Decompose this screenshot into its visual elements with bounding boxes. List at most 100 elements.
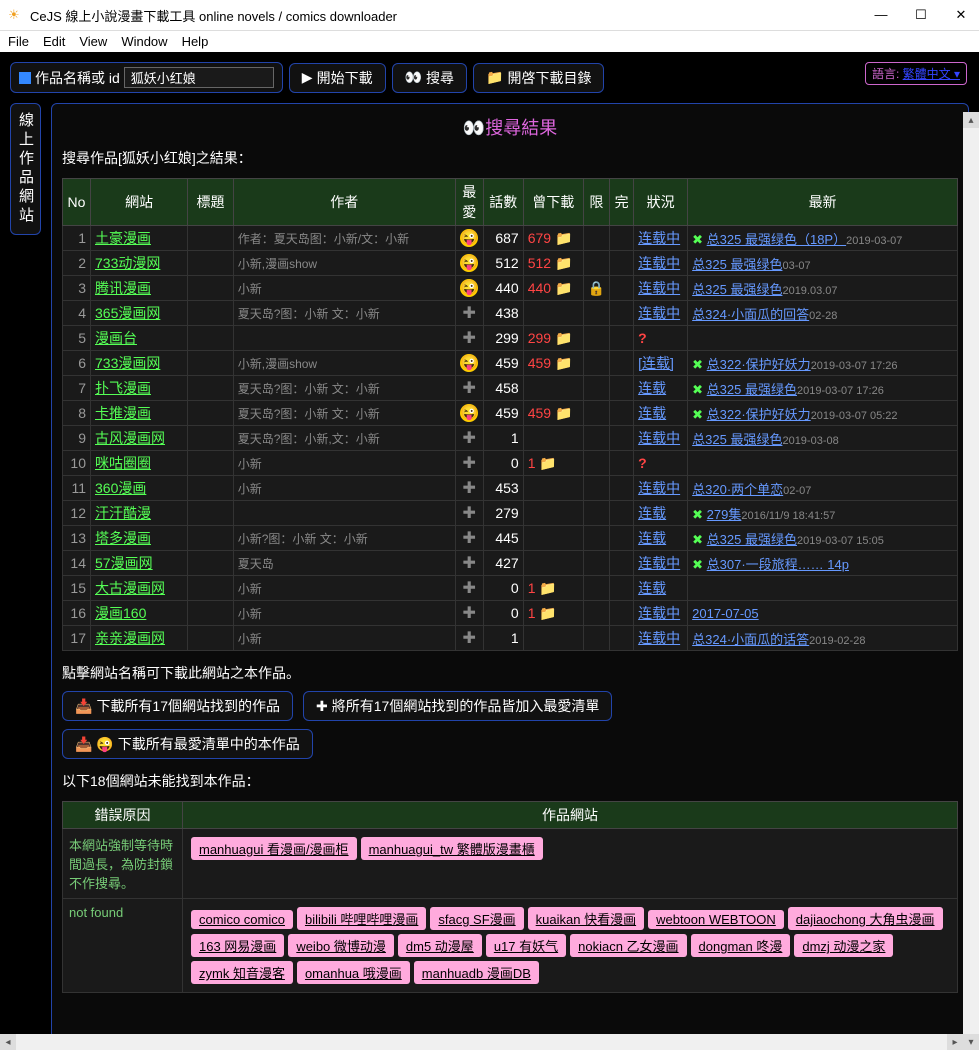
site-link[interactable]: 733漫画网 — [95, 355, 160, 371]
site-link[interactable]: 卡推漫画 — [95, 405, 151, 421]
status-link[interactable]: 连载中 — [638, 480, 680, 496]
site-link[interactable]: 漫画160 — [95, 605, 146, 621]
site-link[interactable]: 亲亲漫画网 — [95, 630, 165, 646]
latest-link[interactable]: 总320·两个单恋 — [692, 482, 783, 497]
add-fav-icon[interactable]: ✚ — [463, 505, 476, 522]
add-fav-icon[interactable]: ✚ — [463, 530, 476, 547]
add-fav-icon[interactable]: ✚ — [463, 605, 476, 622]
minimize-button[interactable]: — — [871, 7, 891, 23]
add-fav-icon[interactable]: ✚ — [463, 555, 476, 572]
search-button[interactable]: 👀搜尋 — [392, 63, 467, 93]
status-link[interactable]: [连载] — [638, 355, 674, 371]
latest-link[interactable]: 279集 — [707, 507, 742, 522]
folder-icon[interactable]: 📁 — [555, 280, 572, 296]
site-link[interactable]: 733动漫网 — [95, 255, 160, 271]
site-pill[interactable]: comico comico — [191, 910, 293, 929]
latest-link[interactable]: 总325 最强绿色 — [707, 382, 797, 397]
status-link[interactable]: 连载中 — [638, 605, 680, 621]
latest-link[interactable]: 总325 最强绿色 — [692, 432, 782, 447]
sidebar-sites[interactable]: 線上作品網站 — [10, 103, 41, 235]
site-pill[interactable]: dajiaochong 大角虫漫画 — [788, 907, 943, 930]
site-pill[interactable]: bilibili 哔哩哔哩漫画 — [297, 907, 426, 930]
add-fav-icon[interactable]: ✚ — [463, 305, 476, 322]
site-link[interactable]: 咪咕圈圈 — [95, 455, 151, 471]
download-fav-button[interactable]: 📥 😜 下載所有最愛清單中的本作品 — [62, 729, 313, 759]
site-pill[interactable]: nokiacn 乙女漫画 — [570, 934, 686, 957]
site-link[interactable]: 漫画台 — [95, 330, 137, 346]
latest-link[interactable]: 总322·保护好妖力 — [707, 407, 811, 422]
status-link[interactable]: 连载中 — [638, 280, 680, 296]
status-link[interactable]: 连载中 — [638, 305, 680, 321]
start-download-button[interactable]: ▶開始下載 — [289, 63, 386, 93]
site-pill[interactable]: omanhua 哦漫画 — [297, 961, 410, 984]
add-all-fav-button[interactable]: ✚ 將所有17個網站找到的作品皆加入最愛清單 — [303, 691, 612, 721]
horizontal-scrollbar[interactable]: ◂ ▸ — [0, 1034, 963, 1050]
menu-edit[interactable]: Edit — [43, 34, 65, 49]
close-button[interactable]: ✕ — [951, 7, 971, 23]
status-link[interactable]: 连载中 — [638, 555, 680, 571]
site-link[interactable]: 汗汗酷漫 — [95, 505, 151, 521]
menu-file[interactable]: File — [8, 34, 29, 49]
site-link[interactable]: 365漫画网 — [95, 305, 160, 321]
site-pill[interactable]: dmzj 动漫之家 — [794, 934, 893, 957]
search-input[interactable] — [124, 67, 274, 88]
add-fav-icon[interactable]: ✚ — [463, 430, 476, 447]
status-link[interactable]: 连载中 — [638, 630, 680, 646]
latest-link[interactable]: 总325 最强绿色 — [707, 532, 797, 547]
status-link[interactable]: 连载中 — [638, 230, 680, 246]
add-fav-icon[interactable]: ✚ — [463, 330, 476, 347]
scroll-up-icon[interactable]: ▴ — [963, 112, 979, 128]
latest-link[interactable]: 2017-07-05 — [692, 606, 759, 621]
folder-icon[interactable]: 📁 — [555, 330, 572, 346]
site-link[interactable]: 古风漫画网 — [95, 430, 165, 446]
site-pill[interactable]: zymk 知音漫客 — [191, 961, 293, 984]
status-link[interactable]: 连载 — [638, 380, 666, 396]
folder-icon[interactable]: 📁 — [539, 455, 556, 471]
site-pill[interactable]: weibo 微博动漫 — [288, 934, 394, 957]
latest-link[interactable]: 总307·一段旅程…… 14p — [707, 557, 849, 572]
status-link[interactable]: 连载中 — [638, 430, 680, 446]
add-fav-icon[interactable]: ✚ — [463, 380, 476, 397]
menu-window[interactable]: Window — [121, 34, 167, 49]
site-pill[interactable]: kuaikan 快看漫画 — [528, 907, 644, 930]
status-link[interactable]: 连载 — [638, 530, 666, 546]
menu-view[interactable]: View — [79, 34, 107, 49]
scroll-left-icon[interactable]: ◂ — [0, 1034, 16, 1050]
add-fav-icon[interactable]: ✚ — [463, 480, 476, 497]
folder-icon[interactable]: 📁 — [555, 230, 572, 246]
status-link[interactable]: 连载 — [638, 505, 666, 521]
folder-icon[interactable]: 📁 — [555, 405, 572, 421]
menu-help[interactable]: Help — [182, 34, 209, 49]
favorite-icon[interactable]: 😜 — [460, 354, 478, 372]
site-link[interactable]: 360漫画 — [95, 480, 146, 496]
site-pill[interactable]: manhuagui 看漫画/漫画柜 — [191, 837, 357, 860]
status-link[interactable]: 连载 — [638, 580, 666, 596]
folder-icon[interactable]: 📁 — [539, 605, 556, 621]
vertical-scrollbar[interactable]: ▴ ▾ — [963, 112, 979, 1050]
latest-link[interactable]: 总325 最强绿色 — [692, 257, 782, 272]
lang-value[interactable]: 繁體中文 ▾ — [903, 67, 960, 81]
scroll-right-icon[interactable]: ▸ — [947, 1034, 963, 1050]
site-link[interactable]: 扑飞漫画 — [95, 380, 151, 396]
site-pill[interactable]: dongman 咚漫 — [691, 934, 791, 957]
favorite-icon[interactable]: 😜 — [460, 279, 478, 297]
latest-link[interactable]: 总322·保护好妖力 — [707, 357, 811, 372]
site-pill[interactable]: 163 网易漫画 — [191, 934, 284, 957]
add-fav-icon[interactable]: ✚ — [463, 455, 476, 472]
status-link[interactable]: 连载中 — [638, 255, 680, 271]
latest-link[interactable]: 总324·小面瓜的话答 — [692, 632, 809, 647]
maximize-button[interactable]: ☐ — [911, 7, 931, 23]
favorite-icon[interactable]: 😜 — [460, 254, 478, 272]
site-pill[interactable]: u17 有妖气 — [486, 934, 566, 957]
status-link[interactable]: 连载 — [638, 405, 666, 421]
latest-link[interactable]: 总325 最强绿色 — [692, 282, 782, 297]
site-link[interactable]: 土豪漫画 — [95, 230, 151, 246]
site-link[interactable]: 塔多漫画 — [95, 530, 151, 546]
favorite-icon[interactable]: 😜 — [460, 229, 478, 247]
site-link[interactable]: 腾讯漫画 — [95, 280, 151, 296]
site-pill[interactable]: sfacg SF漫画 — [430, 907, 523, 930]
latest-link[interactable]: 总325 最强绿色（18P） — [707, 232, 846, 247]
site-pill[interactable]: webtoon WEBTOON — [648, 910, 784, 929]
add-fav-icon[interactable]: ✚ — [463, 580, 476, 597]
favorite-icon[interactable]: 😜 — [460, 404, 478, 422]
